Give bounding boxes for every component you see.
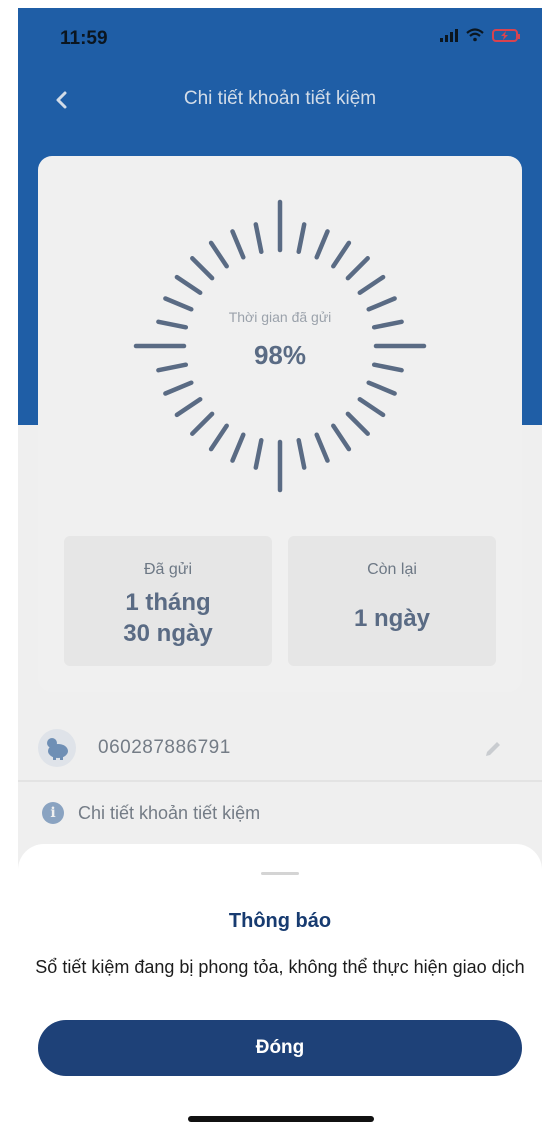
signal-icon — [440, 28, 458, 42]
ring-tick — [314, 432, 330, 463]
ring-tick — [208, 423, 229, 452]
status-time: 11:59 — [60, 28, 108, 49]
progress-ring — [133, 199, 427, 493]
remaining-label: Còn lại — [367, 561, 417, 578]
account-row[interactable]: 060287886791 — [18, 716, 542, 780]
account-number: 060287886791 — [98, 737, 231, 758]
ring-tick — [314, 229, 330, 260]
deposited-value: 1 tháng 30 ngày — [64, 587, 272, 649]
dialog-message: Sổ tiết kiệm đang bị phong tỏa, không th… — [35, 957, 525, 977]
info-icon: i — [42, 802, 64, 824]
deposited-stat: Đã gửi 1 tháng 30 ngày — [64, 536, 272, 666]
ring-tick — [190, 411, 215, 436]
ring-tick — [296, 437, 307, 470]
progress-value: 98% — [253, 340, 307, 370]
battery-charging-icon — [492, 28, 520, 42]
status-icons — [440, 28, 520, 42]
remaining-value: 1 ngày — [353, 605, 431, 632]
ring-tick — [174, 397, 203, 418]
sheet-grabber[interactable] — [261, 872, 299, 875]
dialog-title: Thông báo — [228, 910, 332, 932]
ring-tick — [366, 380, 397, 396]
ring-tick — [345, 411, 370, 436]
info-row-label: Chi tiết khoản tiết kiệm — [78, 803, 261, 823]
ring-tick — [366, 296, 397, 312]
ring-tick — [296, 222, 307, 255]
progress-label: Thời gian đã gửi — [228, 309, 332, 325]
close-button[interactable]: Đóng — [38, 1020, 522, 1076]
notification-sheet: Thông báo Sổ tiết kiệm đang bị phong tỏa… — [18, 844, 542, 1137]
divider — [18, 780, 542, 782]
page-title: Chi tiết khoản tiết kiệm — [183, 88, 377, 109]
pencil-icon[interactable] — [482, 738, 504, 765]
ring-tick — [331, 240, 352, 269]
remaining-stat: Còn lại 1 ngày — [288, 536, 496, 666]
deposited-value-line1: 1 tháng — [125, 589, 211, 616]
phone-screen: 11:59 Chi tiết khoản tiết kiệm Thời gian… — [18, 8, 542, 1137]
ring-tick — [174, 274, 203, 295]
ring-tick — [253, 222, 264, 255]
deposited-value-line2: 30 ngày — [123, 620, 213, 647]
piggy-bank-icon — [38, 729, 76, 767]
navigation-header: Chi tiết khoản tiết kiệm — [18, 78, 542, 122]
ring-tick — [230, 229, 246, 260]
ring-tick — [357, 397, 386, 418]
status-bar: 11:59 — [18, 8, 542, 70]
ring-tick — [230, 432, 246, 463]
ring-tick — [253, 437, 264, 470]
ring-tick — [357, 274, 386, 295]
ring-tick — [208, 240, 229, 269]
ring-tick — [331, 423, 352, 452]
savings-progress-card: Thời gian đã gửi 98% Đã gửi 1 tháng 30 n… — [38, 156, 522, 692]
deposited-label: Đã gửi — [143, 561, 193, 578]
ring-tick — [190, 256, 215, 281]
ring-tick — [163, 296, 194, 312]
ring-tick — [163, 380, 194, 396]
info-row[interactable]: i Chi tiết khoản tiết kiệm — [18, 798, 542, 834]
ring-tick — [345, 256, 370, 281]
home-indicator — [188, 1116, 374, 1122]
wifi-icon — [466, 28, 484, 42]
